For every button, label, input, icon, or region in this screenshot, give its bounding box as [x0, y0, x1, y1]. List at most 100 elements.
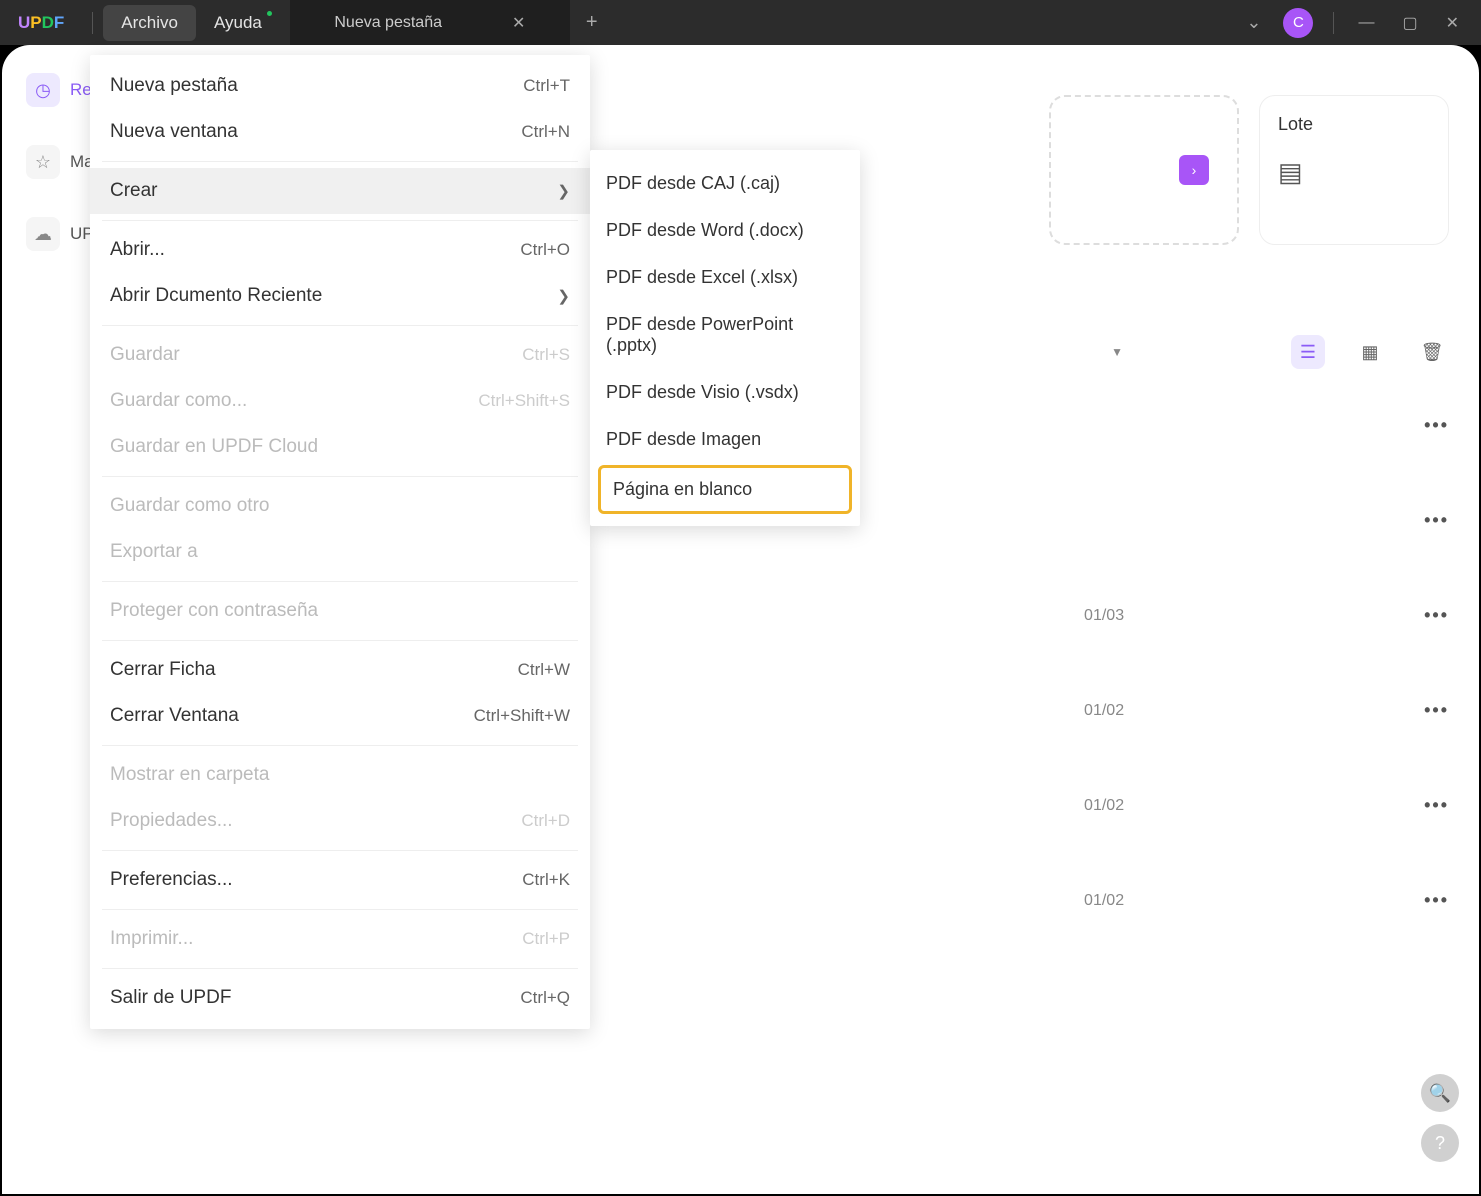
menu-item: Imprimir... Ctrl+P [90, 916, 590, 962]
menu-item[interactable]: Preferencias... Ctrl+K [90, 857, 590, 903]
view-toolbar: ▼ ☰ ▦ 🗑 [1111, 335, 1449, 369]
menu-item: Exportar a [90, 529, 590, 575]
menu-shortcut: Ctrl+D [521, 811, 570, 831]
menu-item-label: Exportar a [110, 541, 198, 563]
submenu-item[interactable]: PDF desde Word (.docx) [590, 207, 860, 254]
file-row[interactable]: 01/02••• [1009, 795, 1449, 816]
menu-shortcut: Ctrl+W [518, 660, 570, 680]
menu-item[interactable]: Nueva pestaña Ctrl+T [90, 63, 590, 109]
menu-item[interactable]: Cerrar Ficha Ctrl+W [90, 647, 590, 693]
delete-button[interactable]: 🗑 [1415, 335, 1449, 369]
more-icon[interactable]: ••• [1424, 415, 1449, 436]
caret-down-icon[interactable]: ▼ [1111, 345, 1123, 359]
more-icon[interactable]: ••• [1424, 700, 1449, 721]
submenu-item[interactable]: PDF desde Visio (.vsdx) [590, 369, 860, 416]
row-date: 01/02 [1084, 892, 1124, 910]
menu-item[interactable]: Crear❯ [90, 168, 590, 214]
menu-separator [102, 968, 578, 969]
menu-item-label: Cerrar Ventana [110, 705, 239, 727]
submenu-item[interactable]: PDF desde CAJ (.caj) [590, 160, 860, 207]
menu-separator [102, 640, 578, 641]
file-row[interactable]: 01/02••• [1009, 700, 1449, 721]
card-lote[interactable]: Lote ▤ [1259, 95, 1449, 245]
crear-submenu: PDF desde CAJ (.caj)PDF desde Word (.doc… [590, 150, 860, 526]
menu-archivo[interactable]: Archivo [103, 5, 196, 41]
menu-ayuda-label: Ayuda [214, 13, 262, 32]
menu-shortcut: Ctrl+Shift+W [474, 706, 570, 726]
menu-item-label: Abrir Dcumento Reciente [110, 285, 322, 307]
close-icon[interactable]: ✕ [512, 13, 525, 33]
submenu-item[interactable]: PDF desde Imagen [590, 416, 860, 463]
menu-item[interactable]: Cerrar Ventana Ctrl+Shift+W [90, 693, 590, 739]
menu-item-label: Imprimir... [110, 928, 193, 950]
menu-item-label: Guardar en UPDF Cloud [110, 436, 318, 458]
menu-separator [102, 745, 578, 746]
close-button[interactable]: ✕ [1432, 13, 1473, 33]
menu-item-label: Nueva pestaña [110, 75, 238, 97]
separator [92, 12, 93, 34]
menu-item-label: Guardar [110, 344, 180, 366]
menu-item-label: Preferencias... [110, 869, 233, 891]
file-row[interactable]: 01/03 ••• [1009, 605, 1449, 626]
menu-item[interactable]: Salir de UPDFCtrl+Q [90, 975, 590, 1021]
maximize-button[interactable]: ▢ [1388, 13, 1431, 33]
menu-shortcut: Ctrl+T [523, 76, 570, 96]
more-icon[interactable]: ••• [1424, 605, 1449, 626]
clock-icon: ◷ [26, 73, 60, 107]
menu-item-label: Cerrar Ficha [110, 659, 216, 681]
cloud-icon: ☁ [26, 217, 60, 251]
more-icon[interactable]: ••• [1424, 890, 1449, 911]
help-fab[interactable]: ? [1421, 1124, 1459, 1162]
help-icon: ? [1435, 1133, 1445, 1154]
avatar[interactable]: C [1283, 8, 1313, 38]
menu-item[interactable]: Nueva ventana Ctrl+N [90, 109, 590, 155]
search-icon: 🔍 [1429, 1083, 1451, 1104]
card-title: Lote [1278, 114, 1430, 135]
chevron-down-icon[interactable]: ⌄ [1246, 12, 1261, 33]
tab-new[interactable]: Nueva pestaña ✕ [290, 0, 570, 45]
grid-view-button[interactable]: ▦ [1353, 335, 1387, 369]
menu-shortcut: Ctrl+Shift+S [478, 391, 570, 411]
menu-item-label: Proteger con contraseña [110, 600, 318, 622]
submenu-item[interactable]: PDF desde PowerPoint (.pptx) [590, 301, 860, 369]
chevron-right-icon: › [1179, 155, 1209, 185]
menu-item: Propiedades...Ctrl+D [90, 798, 590, 844]
tab-title: Nueva pestaña [334, 14, 442, 32]
menu-item-label: Abrir... [110, 239, 165, 261]
titlebar: UPDF Archivo Ayuda Nueva pestaña ✕ + ⌄ C… [0, 0, 1481, 45]
list-view-button[interactable]: ☰ [1291, 335, 1325, 369]
menu-shortcut: Ctrl+K [522, 870, 570, 890]
search-fab[interactable]: 🔍 [1421, 1074, 1459, 1112]
menu-item[interactable]: Abrir...Ctrl+O [90, 227, 590, 273]
menu-item[interactable]: Abrir Dcumento Reciente ❯ [90, 273, 590, 319]
more-icon[interactable]: ••• [1424, 510, 1449, 531]
menu-item: Mostrar en carpeta [90, 752, 590, 798]
separator [1333, 12, 1334, 34]
submenu-item[interactable]: PDF desde Excel (.xlsx) [590, 254, 860, 301]
file-row[interactable]: ••• [1009, 510, 1449, 531]
menu-separator [102, 220, 578, 221]
file-row[interactable]: ••• [1009, 415, 1449, 436]
app-logo: UPDF [18, 13, 64, 33]
menu-ayuda[interactable]: Ayuda [196, 5, 280, 41]
row-date: 01/03 [1084, 607, 1124, 625]
submenu-item-blank-page[interactable]: Página en blanco [598, 465, 852, 514]
minimize-button[interactable]: — [1344, 14, 1388, 32]
menu-item-label: Crear [110, 180, 158, 202]
menu-item: Guardar como...Ctrl+Shift+S [90, 378, 590, 424]
more-icon[interactable]: ••• [1424, 795, 1449, 816]
card-open-file[interactable]: › [1049, 95, 1239, 245]
menu-shortcut: Ctrl+P [522, 929, 570, 949]
archivo-dropdown: Nueva pestaña Ctrl+T Nueva ventana Ctrl+N Cr… [90, 55, 590, 1029]
notification-dot-icon [267, 11, 272, 16]
star-icon: ☆ [26, 145, 60, 179]
file-row[interactable]: 01/02 ••• [1009, 890, 1449, 911]
chevron-right-icon: ❯ [557, 287, 570, 305]
cards-area: › Lote ▤ [1049, 95, 1449, 245]
menu-separator [102, 325, 578, 326]
add-tab-button[interactable]: + [586, 11, 598, 34]
menu-shortcut: Ctrl+Q [520, 988, 570, 1008]
menu-item-label: Nueva ventana [110, 121, 238, 143]
menu-shortcut: Ctrl+N [521, 122, 570, 142]
menu-separator [102, 161, 578, 162]
